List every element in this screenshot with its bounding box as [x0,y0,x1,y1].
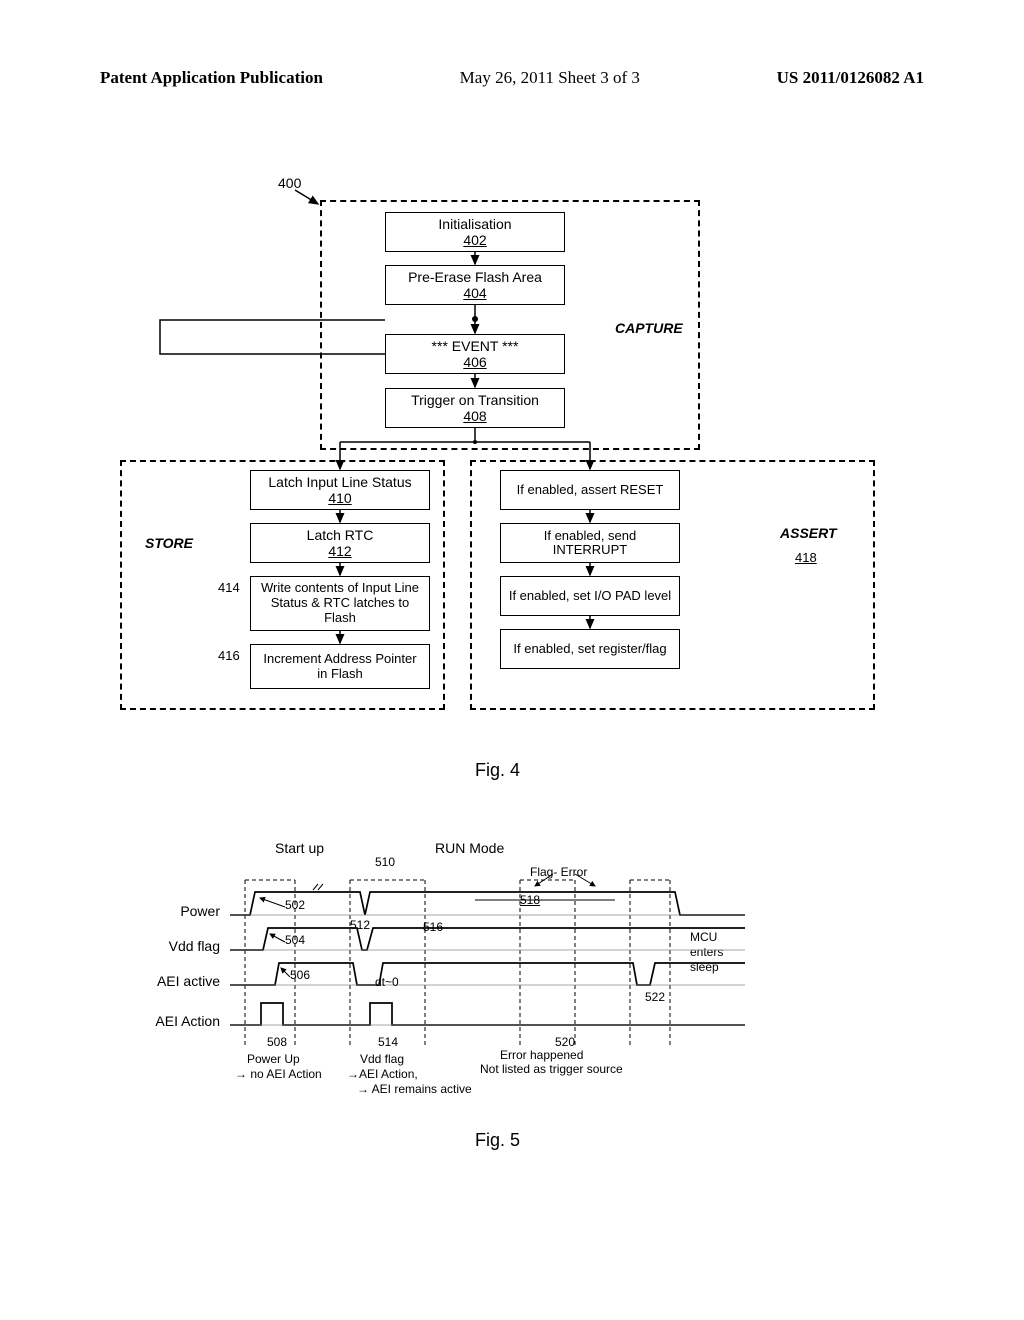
err2: Not listed as trigger source [480,1062,623,1076]
header-center: May 26, 2011 Sheet 3 of 3 [460,68,640,88]
figure-5: Start up RUN Mode Power Vdd flag AEI act… [135,840,835,1170]
n506: 506 [290,968,310,982]
fig4-arrows [100,160,920,770]
header-left: Patent Application Publication [100,68,323,88]
n522: 522 [645,990,665,1004]
vf3: → AEI remains active [357,1082,472,1096]
err1: Error happened [500,1048,583,1062]
pu2: → no AEI Action [235,1067,322,1081]
figure-4: 400 CAPTURE STORE ASSERT 418 Initialisat… [100,160,920,770]
n510: 510 [375,855,395,869]
n518: 518 [520,893,540,907]
fig5-caption: Fig. 5 [475,1130,520,1151]
pu1: Power Up [247,1052,300,1066]
fig4-caption: Fig. 4 [475,760,520,781]
n514: 514 [378,1035,398,1049]
fig5-waveforms [135,860,835,1070]
dt-note: dt~0 [375,975,399,989]
n520: 520 [555,1035,575,1049]
n504: 504 [285,933,305,947]
n512: 512 [350,918,370,932]
n502: 502 [285,898,305,912]
n516: 516 [423,920,443,934]
page-header: Patent Application Publication May 26, 2… [0,68,1024,88]
label-startup: Start up [275,840,324,856]
header-right: US 2011/0126082 A1 [777,68,924,88]
vf2: →AEI Action, [347,1067,418,1081]
label-runmode: RUN Mode [435,840,504,856]
n508: 508 [267,1035,287,1049]
vf1: Vdd flag [360,1052,404,1066]
